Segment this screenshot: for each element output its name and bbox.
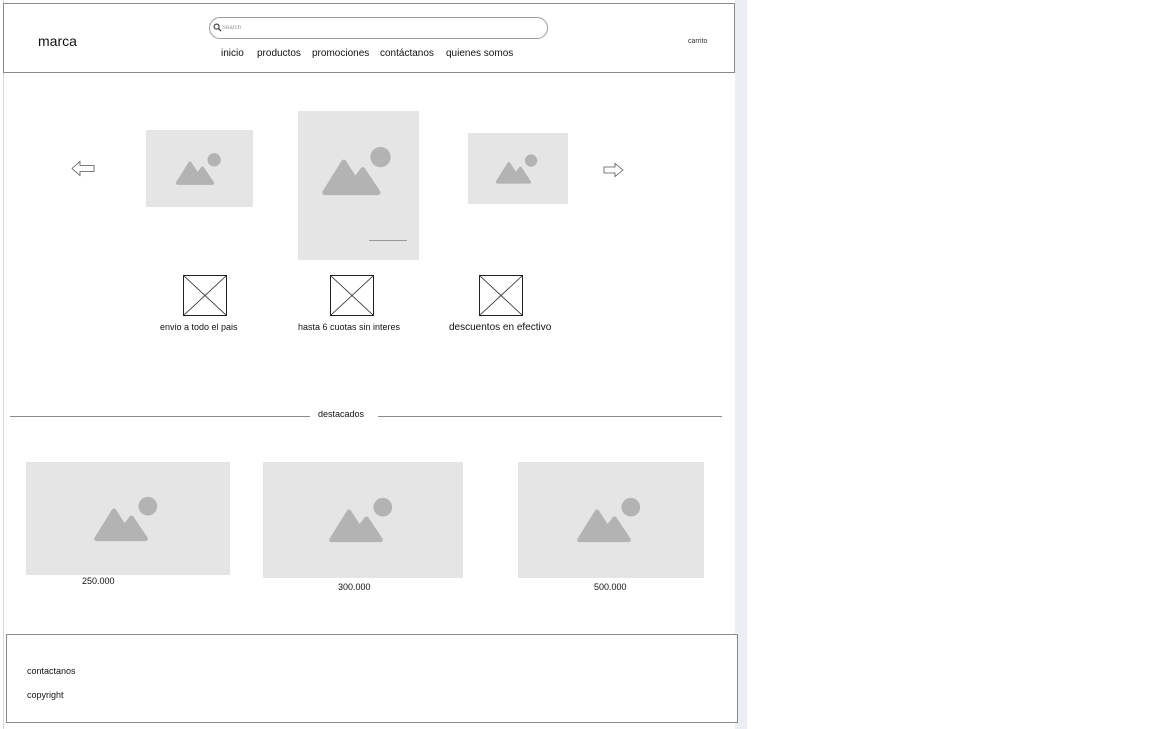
brand-logo[interactable]: marca bbox=[38, 33, 77, 49]
image-missing-icon bbox=[331, 276, 373, 315]
search-bar[interactable] bbox=[209, 17, 548, 39]
image-placeholder-icon bbox=[94, 496, 158, 541]
product-image-3[interactable] bbox=[518, 462, 704, 578]
section-divider-right bbox=[378, 416, 722, 417]
product-price-3: 500.000 bbox=[594, 582, 627, 592]
feature-label-discounts: descuentos en efectivo bbox=[449, 322, 552, 333]
footer-copyright: copyright bbox=[27, 690, 64, 700]
feature-image-installments bbox=[330, 275, 374, 316]
image-missing-icon bbox=[184, 276, 226, 315]
image-placeholder-icon bbox=[329, 497, 393, 543]
image-placeholder-icon bbox=[577, 497, 641, 543]
search-icon bbox=[213, 23, 222, 32]
product-image-1[interactable] bbox=[26, 462, 230, 575]
carousel-caption-line bbox=[369, 240, 407, 241]
arrow-right-icon[interactable] bbox=[603, 162, 624, 178]
arrow-left-icon[interactable] bbox=[71, 160, 95, 177]
carousel-image-right[interactable] bbox=[468, 133, 568, 204]
search-input[interactable] bbox=[222, 20, 532, 36]
product-price-1: 250.000 bbox=[82, 576, 115, 586]
nav-link-contactanos[interactable]: contáctanos bbox=[380, 48, 434, 59]
feature-image-discounts bbox=[479, 275, 523, 316]
feature-image-shipping bbox=[183, 275, 227, 316]
nav-link-quienes-somos[interactable]: quienes somos bbox=[446, 48, 513, 59]
scrollbar-track[interactable] bbox=[735, 0, 747, 729]
feature-label-installments: hasta 6 cuotas sin interes bbox=[298, 322, 401, 332]
page-canvas bbox=[3, 0, 735, 729]
nav-link-promociones[interactable]: promociones bbox=[312, 48, 369, 59]
site-header: marca inicio productos promociones contá… bbox=[3, 3, 735, 73]
nav-link-inicio[interactable]: inicio bbox=[221, 48, 244, 59]
nav-link-productos[interactable]: productos bbox=[257, 48, 301, 59]
product-image-2[interactable] bbox=[263, 462, 463, 578]
image-placeholder-icon bbox=[175, 152, 221, 185]
feature-label-shipping: envio a todo el pais bbox=[160, 322, 238, 332]
image-placeholder-icon bbox=[321, 146, 391, 195]
site-footer: contactanos copyright bbox=[6, 634, 738, 723]
footer-link-contact[interactable]: contactanos bbox=[27, 666, 76, 676]
cart-link[interactable]: carrito bbox=[688, 38, 707, 45]
image-placeholder-icon bbox=[495, 153, 538, 184]
section-divider-left bbox=[10, 416, 310, 417]
section-title-featured: destacados bbox=[318, 409, 365, 419]
carousel-image-center[interactable] bbox=[298, 111, 419, 260]
product-price-2: 300.000 bbox=[338, 582, 371, 592]
image-missing-icon bbox=[480, 276, 522, 315]
carousel-image-left[interactable] bbox=[146, 130, 253, 207]
